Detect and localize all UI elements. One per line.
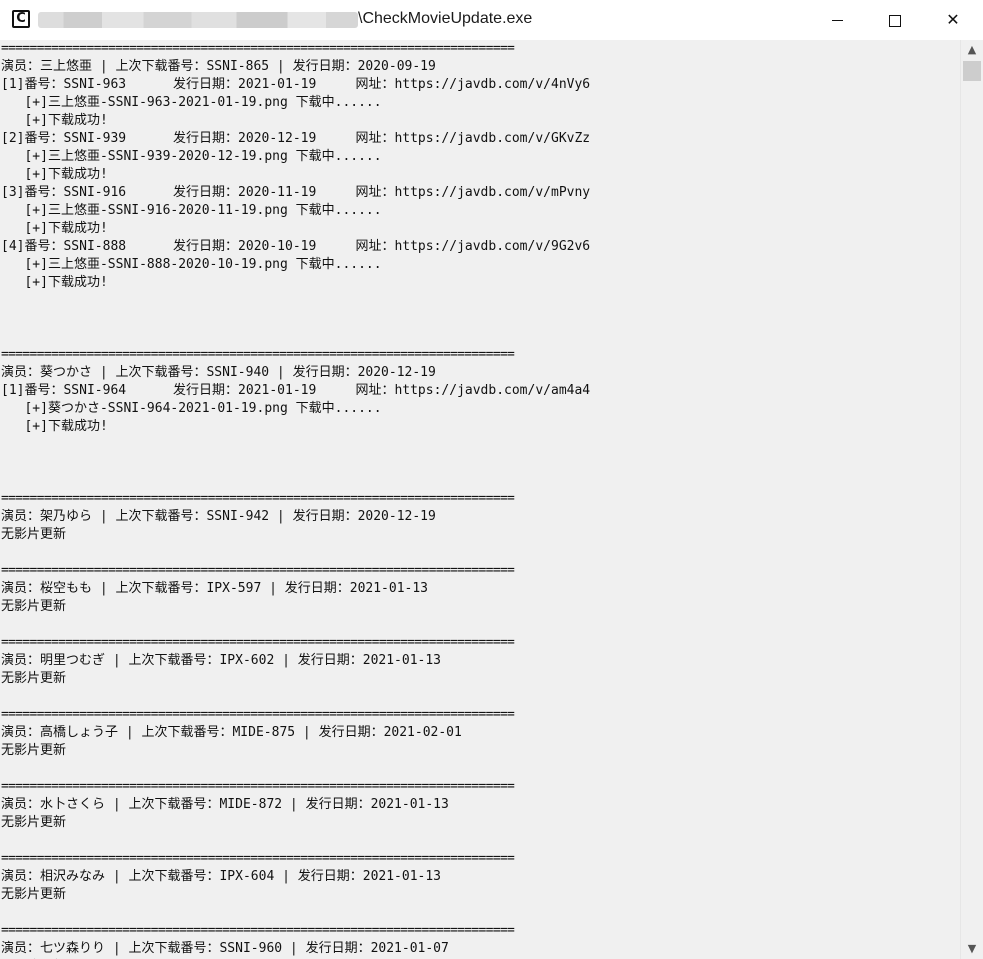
console-line: 演员：相沢みなみ | 上次下载番号：IPX-604 | 发行日期：2021-01… (1, 869, 442, 884)
vertical-scrollbar[interactable]: ▲ ▼ (960, 40, 983, 959)
console-line: [3]番号：SSNI-916 发行日期：2020-11-19 网址：https:… (1, 185, 591, 200)
console-line: 演员：桜空もも | 上次下载番号：IPX-597 | 发行日期：2021-01-… (1, 581, 429, 596)
scroll-thumb[interactable] (963, 61, 981, 81)
console-line: 演员：架乃ゆら | 上次下载番号：SSNI-942 | 发行日期：2020-12… (1, 509, 436, 524)
close-button[interactable]: ✕ (924, 0, 982, 40)
separator-line: ========================================… (1, 923, 515, 938)
minimize-icon (831, 20, 843, 21)
console-line: [+]葵つかさ-SSNI-964-2021-01-19.png 下载中.....… (1, 401, 382, 416)
maximize-icon (889, 14, 901, 27)
separator-line: ========================================… (1, 563, 515, 578)
console-line: [4]番号：SSNI-888 发行日期：2020-10-19 网址：https:… (1, 239, 591, 254)
console-line: 无影片更新 (1, 887, 67, 902)
console-line: [+]下载成功! (1, 221, 108, 236)
console-line: [1]番号：SSNI-963 发行日期：2021-01-19 网址：https:… (1, 77, 591, 92)
close-icon: ✕ (946, 10, 960, 29)
console-line: 演员：高橋しょう子 | 上次下载番号：MIDE-875 | 发行日期：2021-… (1, 725, 462, 740)
scroll-down-icon[interactable]: ▼ (961, 939, 983, 959)
separator-line: ========================================… (1, 779, 515, 794)
separator-line: ========================================… (1, 491, 515, 506)
console-line: 无影片更新 (1, 743, 67, 758)
maximize-button[interactable] (866, 0, 924, 40)
console-line: 演员：七ツ森りり | 上次下载番号：SSNI-960 | 发行日期：2021-0… (1, 941, 449, 956)
redacted-path (38, 12, 358, 28)
console-line: 演员：明里つむぎ | 上次下载番号：IPX-602 | 发行日期：2021-01… (1, 653, 442, 668)
separator-line: ========================================… (1, 347, 515, 362)
console-line: [2]番号：SSNI-939 发行日期：2020-12-19 网址：https:… (1, 131, 591, 146)
console-line: [1]番号：SSNI-964 发行日期：2021-01-19 网址：https:… (1, 383, 591, 398)
separator-line: ========================================… (1, 851, 515, 866)
console-line: 无影片更新 (1, 527, 67, 542)
console-line: [+]三上悠亜-SSNI-939-2020-12-19.png 下载中.....… (1, 149, 382, 164)
scroll-up-icon[interactable]: ▲ (961, 40, 983, 60)
window-title: \CheckMovieUpdate.exe (358, 10, 533, 27)
separator-line: ========================================… (1, 707, 515, 722)
console-c-icon[interactable]: C (12, 10, 30, 28)
title-bar: C \CheckMovieUpdate.exe ✕ (0, 0, 983, 41)
console-output[interactable]: ========================================… (0, 40, 960, 959)
console-line: [+]下载成功! (1, 419, 108, 434)
separator-line: ========================================… (1, 635, 515, 650)
console-line: [+]三上悠亜-SSNI-888-2020-10-19.png 下载中.....… (1, 257, 382, 272)
console-line: 演员：水卜さくら | 上次下载番号：MIDE-872 | 发行日期：2021-0… (1, 797, 449, 812)
console-line: 演员：葵つかさ | 上次下载番号：SSNI-940 | 发行日期：2020-12… (1, 365, 436, 380)
console-line: [+]下载成功! (1, 167, 108, 182)
minimize-button[interactable] (808, 0, 866, 40)
console-line: [+]三上悠亜-SSNI-916-2020-11-19.png 下载中.....… (1, 203, 382, 218)
separator-line: ========================================… (1, 41, 515, 56)
console-line: 无影片更新 (1, 671, 67, 686)
console-line: 无影片更新 (1, 815, 67, 830)
console-line: [+]下载成功! (1, 275, 108, 290)
console-line: [+]下载成功! (1, 113, 108, 128)
console-line: 演员：三上悠亜 | 上次下载番号：SSNI-865 | 发行日期：2020-09… (1, 59, 436, 74)
console-line: [+]三上悠亜-SSNI-963-2021-01-19.png 下载中.....… (1, 95, 382, 110)
console-line: 无影片更新 (1, 599, 67, 614)
